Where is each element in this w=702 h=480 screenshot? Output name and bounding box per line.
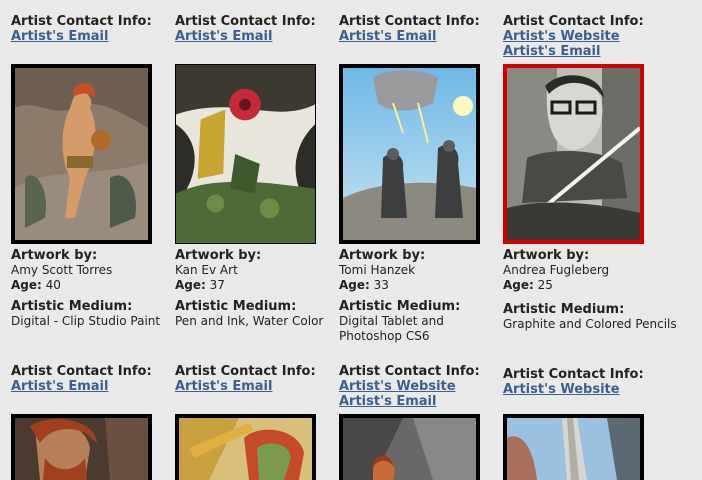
artist-card-2: Artist Contact Info: Artist's Email: [175, 14, 335, 44]
artist-website-link[interactable]: Artist's Website: [503, 29, 693, 44]
artwork-by-label: Artwork by:: [175, 248, 262, 263]
artist-age: 33: [373, 278, 389, 292]
artist-card-7: Artist Contact Info: Artist's Website Ar…: [339, 364, 499, 409]
artwork-image: [507, 68, 640, 240]
artwork-thumbnail[interactable]: [339, 414, 480, 480]
artist-website-link[interactable]: Artist's Website: [503, 382, 693, 397]
artwork-image: [343, 68, 476, 240]
artist-name: Kan Ev Art: [175, 263, 238, 277]
artist-card-8: Artist Contact Info: Artist's Website: [503, 367, 693, 397]
artist-medium: Pen and Ink, Water Color: [175, 314, 324, 328]
artist-medium-line-1: Digital Tablet and: [339, 314, 444, 328]
artwork-by-label: Artwork by:: [11, 248, 98, 263]
age-label: Age:: [503, 278, 534, 292]
contact-label: Artist Contact Info:: [175, 364, 316, 379]
medium-label: Artistic Medium:: [175, 299, 297, 314]
artist-age: 37: [209, 278, 225, 292]
contact-label: Artist Contact Info:: [339, 14, 480, 29]
artist-email-link[interactable]: Artist's Email: [339, 29, 499, 44]
artist-details-4: Artwork by: Andrea Fugleberg Age: 25 Art…: [503, 248, 693, 332]
age-label: Age:: [339, 278, 370, 292]
artist-email-link[interactable]: Artist's Email: [175, 29, 335, 44]
artist-card-4: Artist Contact Info: Artist's Website Ar…: [503, 14, 693, 59]
artist-card-3: Artist Contact Info: Artist's Email: [339, 14, 499, 44]
artist-card-6: Artist Contact Info: Artist's Email: [175, 364, 335, 394]
artist-email-link[interactable]: Artist's Email: [11, 29, 171, 44]
contact-label: Artist Contact Info:: [503, 14, 644, 29]
artist-details-3: Artwork by: Tomi Hanzek Age: 33 Artistic…: [339, 248, 499, 344]
artwork-image: [15, 418, 148, 480]
age-label: Age:: [11, 278, 42, 292]
artist-details-2: Artwork by: Kan Ev Art Age: 37 Artistic …: [175, 248, 335, 329]
artwork-thumbnail[interactable]: [11, 414, 152, 480]
artwork-by-label: Artwork by:: [503, 248, 590, 263]
artwork-thumbnail[interactable]: [503, 414, 644, 480]
artwork-image: [179, 418, 312, 480]
contact-label: Artist Contact Info:: [503, 367, 644, 382]
artwork-image: [507, 418, 640, 480]
medium-label: Artistic Medium:: [503, 302, 625, 317]
artist-name: Amy Scott Torres: [11, 263, 113, 277]
artist-medium-line-2: Photoshop CS6: [339, 329, 430, 343]
artist-age: 40: [45, 278, 61, 292]
artwork-thumbnail[interactable]: [11, 64, 152, 244]
artwork-image: [176, 65, 315, 243]
medium-label: Artistic Medium:: [11, 299, 133, 314]
artist-medium: Digital - Clip Studio Paint: [11, 314, 161, 328]
artist-details-1: Artwork by: Amy Scott Torres Age: 40 Art…: [11, 248, 171, 329]
contact-label: Artist Contact Info:: [11, 14, 152, 29]
artwork-thumbnail-selected[interactable]: [503, 64, 644, 244]
artwork-image: [343, 418, 476, 480]
artwork-by-label: Artwork by:: [339, 248, 426, 263]
artist-age: 25: [537, 278, 553, 292]
age-label: Age:: [175, 278, 206, 292]
artist-name: Andrea Fugleberg: [503, 263, 610, 277]
artwork-thumbnail[interactable]: [339, 64, 480, 244]
contact-label: Artist Contact Info:: [11, 364, 152, 379]
artist-name: Tomi Hanzek: [339, 263, 416, 277]
artist-email-link[interactable]: Artist's Email: [175, 379, 335, 394]
artist-card-1: Artist Contact Info: Artist's Email: [11, 14, 171, 44]
contact-label: Artist Contact Info:: [175, 14, 316, 29]
artist-website-link[interactable]: Artist's Website: [339, 379, 499, 394]
artwork-image: [15, 68, 148, 240]
contact-label: Artist Contact Info:: [339, 364, 480, 379]
medium-label: Artistic Medium:: [339, 299, 461, 314]
artist-email-link[interactable]: Artist's Email: [11, 379, 171, 394]
artist-card-5: Artist Contact Info: Artist's Email: [11, 364, 171, 394]
artwork-thumbnail[interactable]: [175, 64, 316, 244]
artist-medium: Graphite and Colored Pencils: [503, 317, 677, 331]
artist-email-link[interactable]: Artist's Email: [339, 394, 499, 409]
artist-email-link[interactable]: Artist's Email: [503, 44, 693, 59]
artwork-thumbnail[interactable]: [175, 414, 316, 480]
